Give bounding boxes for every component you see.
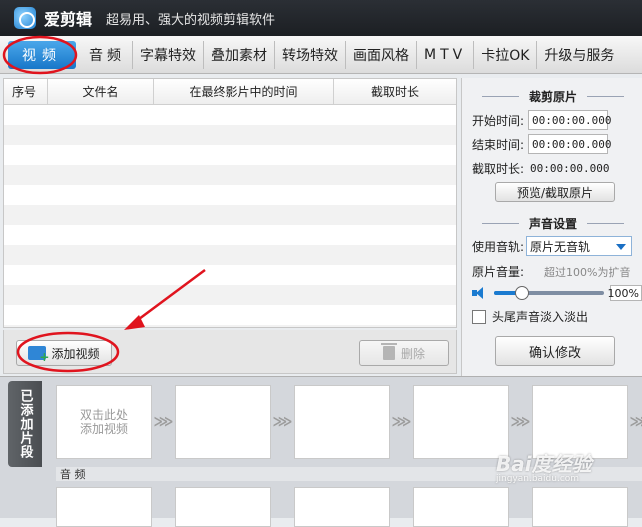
watermark-url: jingyan.baidu.com <box>496 474 580 484</box>
volume-label-row: 原片音量: 超过100%为扩音 <box>472 263 631 280</box>
tab-karaoke[interactable]: 卡拉OK <box>474 40 538 69</box>
chevron-right-icon: ⋙ <box>272 414 293 430</box>
add-video-button[interactable]: 添加视频 <box>16 340 112 366</box>
main-tab-bar: 视频 音频 字幕特效 叠加素材 转场特效 画面风格 MTV 卡拉OK 升级与服务 <box>0 36 642 74</box>
title-bar: 爱剪辑 超易用、强大的视频剪辑软件 <box>0 0 642 36</box>
delete-label: 删除 <box>400 346 425 361</box>
volume-input[interactable]: 100% <box>608 285 642 301</box>
column-clip-duration[interactable]: 截取时长 <box>334 79 456 104</box>
audio-slot[interactable] <box>532 487 628 527</box>
video-list-action-bar: 添加视频 删除 <box>3 330 457 374</box>
audio-slot[interactable] <box>413 487 509 527</box>
duration-row: 截取时长: 00:00:00.000 <box>472 160 610 177</box>
audio-slots <box>56 487 642 527</box>
start-time-row: 开始时间: 00:00:00.000 <box>472 110 612 130</box>
tab-picture-style[interactable]: 画面风格 <box>346 40 417 69</box>
trim-section-title: 裁剪原片 <box>472 88 634 104</box>
tab-upgrade-service[interactable]: 升级与服务 <box>537 41 621 69</box>
end-time-label: 结束时间: <box>472 137 525 152</box>
chevron-right-icon: ⋙ <box>153 414 174 430</box>
list-row <box>4 305 456 325</box>
start-time-input[interactable]: 00:00:00.000 <box>528 110 612 130</box>
fade-label: 头尾声音淡入淡出 <box>492 310 589 324</box>
app-slogan: 超易用、强大的视频剪辑软件 <box>106 12 276 28</box>
volume-slider-row: 100% <box>472 285 642 301</box>
video-list-header: 序号 文件名 在最终影片中的时间 截取时长 <box>4 79 456 105</box>
video-slot[interactable] <box>413 385 509 459</box>
confirm-changes-button[interactable]: 确认修改 <box>495 336 615 366</box>
watermark-brand: Bai度经验 <box>496 452 592 476</box>
app-logo-icon <box>14 7 36 29</box>
tab-subtitle-effects[interactable]: 字幕特效 <box>133 40 204 69</box>
volume-slider[interactable] <box>494 286 604 300</box>
app-name: 爱剪辑 <box>44 10 93 29</box>
end-time-row: 结束时间: 00:00:00.000 <box>472 134 612 154</box>
list-row <box>4 225 456 245</box>
audio-track-label: 使用音轨: <box>472 239 525 254</box>
audio-slot[interactable] <box>294 487 390 527</box>
list-row <box>4 145 456 165</box>
list-row <box>4 205 456 225</box>
add-film-icon <box>28 346 49 364</box>
column-filename[interactable]: 文件名 <box>48 79 154 104</box>
list-row <box>4 165 456 185</box>
speaker-icon[interactable] <box>472 287 486 299</box>
video-slot[interactable] <box>294 385 390 459</box>
video-list-rows <box>4 105 456 327</box>
end-time-input[interactable]: 00:00:00.000 <box>528 134 612 154</box>
tab-overlay-material[interactable]: 叠加素材 <box>204 40 275 69</box>
fade-checkbox[interactable] <box>472 309 486 324</box>
volume-label: 原片音量: <box>472 265 525 279</box>
trash-icon <box>380 343 397 360</box>
volume-hint: 超过100%为扩音 <box>544 265 631 279</box>
audio-track-select[interactable]: 原片无音轨 <box>526 236 633 256</box>
list-row <box>4 185 456 205</box>
video-slot[interactable] <box>175 385 271 459</box>
audio-slot[interactable] <box>175 487 271 527</box>
duration-value: 00:00:00.000 <box>530 162 610 175</box>
list-row <box>4 245 456 265</box>
list-row <box>4 105 456 125</box>
column-time-in-final-video[interactable]: 在最终影片中的时间 <box>154 79 334 104</box>
audio-slot[interactable] <box>56 487 152 527</box>
timeline-panel: 已添加片段 双击此处 添加视频 ⋙ ⋙ ⋙ ⋙ ⋙ 音 频 <box>0 376 642 527</box>
fade-row: 头尾声音淡入淡出 <box>472 308 588 325</box>
video-list[interactable]: 序号 文件名 在最终影片中的时间 截取时长 <box>3 78 457 328</box>
column-index[interactable]: 序号 <box>4 79 48 104</box>
add-video-label: 添加视频 <box>51 346 100 361</box>
audio-track-row: 使用音轨: 原片无音轨 <box>472 236 633 256</box>
tab-audio[interactable]: 音频 <box>82 40 133 69</box>
list-row <box>4 285 456 305</box>
preview-trim-button[interactable]: 预览/截取原片 <box>495 182 615 202</box>
volume-slider-thumb[interactable] <box>514 286 529 300</box>
clip-settings-panel: 裁剪原片 开始时间: 00:00:00.000 结束时间: 00:00:00.0… <box>461 78 642 376</box>
duration-label: 截取时长: <box>472 162 525 176</box>
add-video-slot[interactable]: 双击此处 添加视频 <box>56 385 152 459</box>
start-time-label: 开始时间: <box>472 113 525 128</box>
delete-button[interactable]: 删除 <box>359 340 449 366</box>
audio-section-title: 声音设置 <box>472 215 634 231</box>
chevron-right-icon: ⋙ <box>391 414 412 430</box>
tab-mtv[interactable]: MTV <box>417 40 475 69</box>
tab-video[interactable]: 视频 <box>8 40 76 69</box>
tab-transition-effects[interactable]: 转场特效 <box>275 40 346 69</box>
list-row <box>4 325 456 327</box>
baidu-watermark: Bai度经验 jingyan.baidu.com <box>496 448 636 488</box>
list-row <box>4 125 456 145</box>
added-clips-tab[interactable]: 已添加片段 <box>8 381 42 467</box>
list-row <box>4 265 456 285</box>
